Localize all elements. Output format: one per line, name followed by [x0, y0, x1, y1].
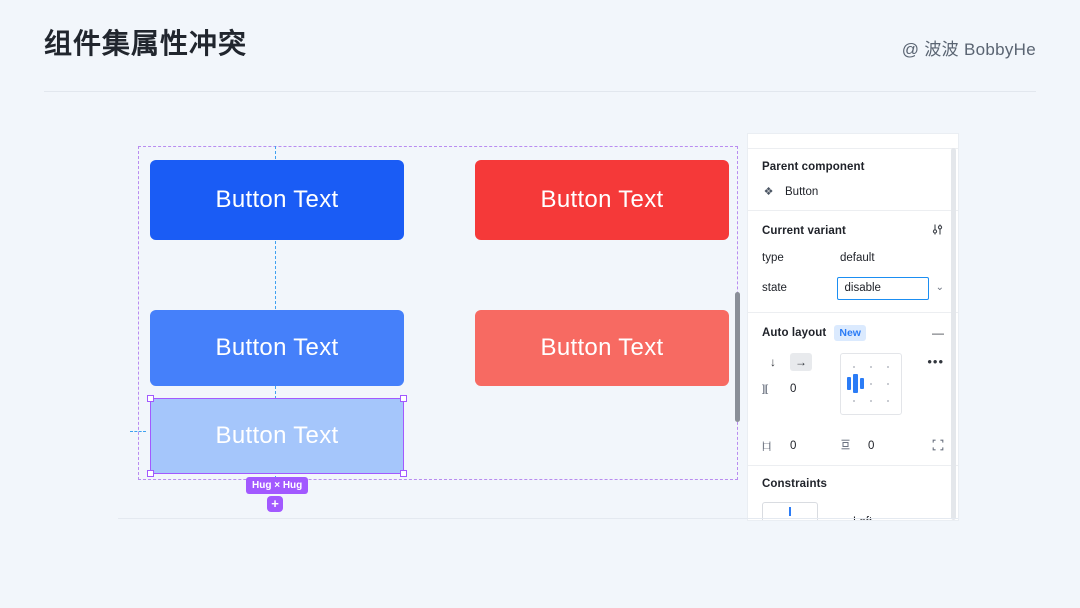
hug-size-badge: Hug × Hug — [246, 477, 309, 494]
spacing-between-items-row[interactable]: ]|[ 0 — [762, 383, 836, 395]
section-parent-component: Parent component ❖ Button — [748, 149, 958, 211]
button-label: Button Text — [215, 422, 339, 449]
panel-topbar — [748, 134, 958, 149]
variant-property-type: type default — [762, 250, 944, 265]
constraint-vertical-indicator — [789, 507, 791, 516]
variant-property-type-label: type — [762, 251, 784, 264]
align-dot — [870, 383, 872, 385]
section-auto-layout: Auto layout New — ↓ → ]|[ 0 ••• |□| 0 0 — [748, 313, 958, 466]
horizontal-padding-group[interactable]: |□| 0 — [762, 440, 836, 452]
design-canvas[interactable]: Button Text Button Text Button Text Butt… — [118, 130, 748, 520]
component-diamond-icon: ❖ — [763, 185, 774, 198]
vertical-padding-value[interactable]: 0 — [868, 440, 874, 452]
align-dot — [853, 400, 855, 402]
direction-vertical-button[interactable]: ↓ — [762, 353, 784, 371]
horizontal-padding-icon: |□| — [762, 440, 771, 452]
horizontal-padding-value[interactable]: 0 — [790, 440, 796, 452]
spacing-value[interactable]: 0 — [790, 383, 796, 395]
spacing-icon: ]|[ — [762, 383, 768, 395]
variant-property-state: state disable ⌄ — [762, 276, 944, 300]
vertical-padding-group[interactable]: 0 — [840, 439, 874, 453]
auto-layout-controls-left: ↓ → ]|[ 0 — [762, 353, 836, 429]
align-dot — [887, 383, 889, 385]
header-divider — [44, 91, 1036, 92]
alignment-grid-widget[interactable] — [840, 353, 902, 415]
remove-auto-layout-button[interactable]: — — [932, 327, 944, 339]
parent-component-row[interactable]: ❖ Button — [762, 186, 944, 198]
page-title: 组件集属性冲突 — [44, 28, 248, 59]
vertical-padding-icon — [840, 439, 862, 453]
padding-row: |□| 0 0 — [762, 439, 944, 453]
button-label: Button Text — [540, 334, 664, 361]
align-bar — [860, 378, 864, 389]
variant-property-state-label: state — [762, 282, 787, 294]
author-attribution: @ 波波 BobbyHe — [901, 40, 1036, 59]
variant-settings-icon[interactable] — [931, 223, 944, 238]
align-dot — [887, 400, 889, 402]
section-constraints: Constraints ⋯ Left — [748, 466, 958, 520]
section-title-constraints: Constraints — [762, 478, 827, 490]
align-bar — [847, 377, 851, 390]
variant-state-input[interactable]: disable — [836, 276, 929, 300]
new-badge: New — [834, 325, 866, 341]
align-bar — [853, 374, 858, 393]
align-dot — [870, 366, 872, 368]
button-default-blue[interactable]: Button Text — [150, 160, 404, 240]
parent-component-name: Button — [785, 186, 819, 198]
auto-layout-header: Auto layout New — — [762, 325, 944, 341]
canvas-scrollbar[interactable] — [735, 292, 740, 422]
button-label: Button Text — [215, 186, 339, 213]
variant-property-type-value[interactable]: default — [840, 252, 875, 264]
page-header: 组件集属性冲突 @ 波波 BobbyHe — [0, 0, 1080, 92]
button-default-red[interactable]: Button Text — [475, 160, 729, 240]
button-hover-red[interactable]: Button Text — [475, 310, 729, 386]
button-label: Button Text — [215, 334, 339, 361]
section-title-current-variant: Current variant — [762, 224, 846, 237]
align-dot — [887, 366, 889, 368]
figma-workspace: Button Text Button Text Button Text Butt… — [118, 130, 958, 520]
section-title-parent-component: Parent component — [762, 161, 865, 173]
direction-horizontal-button[interactable]: → — [790, 353, 812, 371]
alignment-guide-horizontal — [130, 431, 146, 432]
section-title-auto-layout: Auto layout — [762, 327, 827, 339]
direction-toggle: ↓ → — [762, 353, 836, 371]
align-dot — [870, 400, 872, 402]
workspace-bottom-divider — [118, 518, 958, 519]
button-disable-blue-selected[interactable]: Button Text — [150, 398, 404, 474]
properties-panel: Parent component ❖ Button Current varian… — [748, 134, 958, 520]
auto-layout-more-button[interactable]: ••• — [927, 355, 944, 368]
panel-scrollbar[interactable] — [951, 148, 956, 520]
align-dot — [853, 366, 855, 368]
chevron-down-icon[interactable]: ⌄ — [936, 283, 944, 293]
current-variant-header: Current variant — [762, 223, 944, 238]
auto-layout-title-group: Auto layout New — [762, 325, 866, 341]
auto-layout-body: ↓ → ]|[ 0 ••• — [762, 353, 944, 429]
button-label: Button Text — [540, 186, 664, 213]
button-hover-blue[interactable]: Button Text — [150, 310, 404, 386]
section-current-variant: Current variant type default state disab… — [748, 211, 958, 313]
clip-content-icon[interactable] — [932, 439, 944, 454]
add-variant-button[interactable]: + — [267, 496, 283, 512]
